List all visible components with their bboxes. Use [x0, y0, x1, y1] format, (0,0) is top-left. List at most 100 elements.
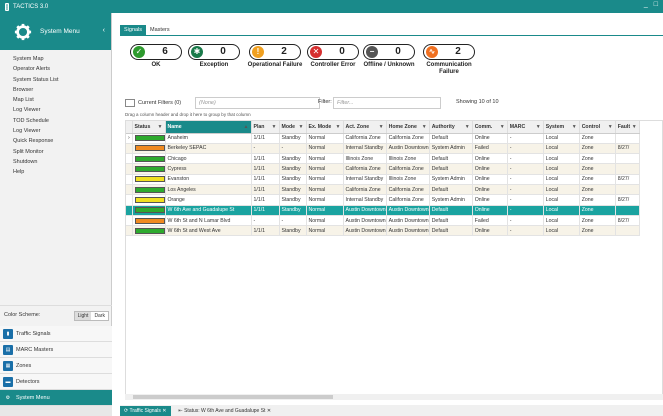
menu-item[interactable]: Browser — [0, 85, 111, 95]
table-row[interactable]: Evanston 1/1/1 Standby Normal Internal Stand… — [126, 174, 640, 185]
table-row[interactable]: Orange 1/1/1 Standby Normal Internal Standby… — [126, 194, 640, 206]
cell-fault: 8/27/ — [615, 143, 640, 155]
table-row[interactable]: Los Angeles 1/1/1 Standby Normal California … — [126, 184, 640, 196]
summary-ok[interactable]: ✓ 6 OK — [130, 44, 182, 69]
column-header-home-zone[interactable]: Home Zone ▼ — [386, 121, 430, 134]
column-header-plan[interactable]: Plan ▼ — [251, 121, 280, 134]
cell-exmode: Normal — [306, 205, 344, 216]
filter-icon[interactable]: ▼ — [572, 124, 577, 130]
summary-controller-error[interactable]: ✕ 0 Controller Error — [306, 44, 360, 69]
filter-icon[interactable]: ▼ — [272, 124, 277, 130]
nav-system-menu[interactable]: ⚙ System Menu — [0, 390, 112, 406]
cell-mode: Standby — [279, 184, 307, 196]
summary-exception[interactable]: ✱ 0 Exception — [188, 44, 240, 69]
nav-label: System Menu — [16, 394, 50, 401]
scheme-light-button[interactable]: Light — [74, 312, 92, 320]
horizontal-scrollbar[interactable] — [125, 394, 663, 400]
cell-control: Zone — [579, 205, 616, 216]
filter-icon[interactable]: ▼ — [536, 124, 541, 130]
menu-item[interactable]: Help — [0, 167, 111, 177]
column-header-system[interactable]: System ▼ — [543, 121, 580, 134]
table-row[interactable]: Cypress 1/1/1 Standby Normal California Zone… — [126, 163, 640, 175]
exclamation-icon: ! — [252, 46, 264, 58]
menu-item[interactable]: TOD Schedule — [0, 116, 111, 126]
column-header-comm[interactable]: Comm. ▼ — [472, 121, 508, 134]
column-header-act-zone[interactable]: Act. Zone ▼ — [343, 121, 387, 134]
window-controls[interactable]: _ □ — [644, 1, 660, 8]
menu-item[interactable]: Quick Response — [0, 136, 111, 146]
summary-communication-failure[interactable]: ∿ 2 Communication Failure — [418, 44, 480, 76]
table-row[interactable]: W 6th St and N Lamar Blvd - - Normal Austin … — [126, 215, 640, 227]
filter-icon[interactable]: ▼ — [422, 124, 427, 130]
nav-label: Traffic Signals — [16, 330, 51, 337]
menu-item[interactable]: Operator Alerts — [0, 64, 111, 74]
filter-icon[interactable]: ▼ — [379, 124, 384, 130]
menu-item[interactable]: Log Viewer — [0, 126, 111, 136]
filter-input[interactable]: Filter... — [333, 97, 441, 109]
menu-item[interactable]: Log Viewer — [0, 105, 111, 115]
table-row[interactable]: › Anaheim 1/1/1 Standby Normal California Zon… — [126, 133, 640, 144]
column-header-fault[interactable]: Fault ▼ — [615, 121, 640, 134]
filter-label: Filter: — [318, 99, 332, 105]
cell-system: Local — [543, 153, 580, 165]
cell-auth: Default — [429, 133, 473, 144]
cell-home: Illinois Zone — [386, 174, 430, 185]
table-row[interactable]: W 6th Ave and Guadalupe St 1/1/1 Standby No… — [126, 205, 640, 216]
nav-label: Detectors — [16, 378, 40, 385]
column-header-name[interactable]: Name ▲ — [165, 121, 252, 134]
status-summary: ✓ 6 OK ✱ 0 Exception ! 2 Operational Failur… — [120, 35, 663, 93]
column-header-mode[interactable]: Mode ▼ — [279, 121, 307, 134]
nav-detectors[interactable]: ▬ Detectors — [0, 374, 112, 390]
tab-masters[interactable]: Masters — [146, 25, 174, 35]
signals-grid: Status ▼ Name ▲ Plan ▼ Mode ▼ Ex. Mode ▼ Act. Zone… — [125, 120, 663, 400]
cell-act: Internal Standby — [343, 143, 387, 155]
sidebar-footer — [0, 406, 112, 416]
collapse-chevron-icon[interactable]: ‹ — [103, 27, 105, 34]
table-row[interactable]: W 6th St and West Ave 1/1/1 Standby Normal A… — [126, 225, 640, 237]
menu-item[interactable]: Map List — [0, 95, 111, 105]
bottom-tab-status[interactable]: ⇤ Status: W 6th Ave and Guadalupe St ✕ — [175, 406, 276, 416]
filter-icon[interactable]: ▼ — [299, 124, 304, 130]
table-row[interactable]: Berkeley SEPAC - - Normal Internal Standby Au… — [126, 143, 640, 155]
nav-label: MARC Masters — [16, 346, 54, 353]
filter-icon[interactable]: ▼ — [632, 124, 637, 130]
nav-zones[interactable]: ▦ Zones — [0, 358, 112, 374]
nav-marc-masters[interactable]: ▤ MARC Masters — [0, 342, 112, 358]
filter-icon[interactable]: ▼ — [608, 124, 613, 130]
column-header-authority[interactable]: Authority ▼ — [429, 121, 473, 134]
cell-plan: - — [251, 215, 280, 227]
tab-signals[interactable]: Signals — [120, 25, 147, 35]
summary-offline-unknown[interactable]: − 0 Offline / Unknown — [362, 44, 416, 69]
system-menu-header[interactable]: System Menu ‹ — [0, 13, 111, 50]
cell-fault: 8/27/ — [615, 215, 640, 227]
cell-comm: Online — [472, 153, 508, 165]
filter-icon[interactable]: ▼ — [336, 124, 341, 130]
cell-marc: - — [507, 153, 544, 165]
menu-item[interactable]: System Map — [0, 54, 111, 64]
column-header-ex-mode[interactable]: Ex. Mode ▼ — [306, 121, 344, 134]
sort-asc-icon[interactable]: ▲ — [244, 124, 249, 130]
status-bar — [134, 145, 164, 152]
filter-icon[interactable]: ▼ — [158, 124, 163, 130]
current-filters-field[interactable]: (None) — [195, 97, 320, 109]
column-header-control[interactable]: Control ▼ — [579, 121, 616, 134]
column-header-marc[interactable]: MARC ▼ — [507, 121, 544, 134]
bottom-tab-traffic-signals[interactable]: ⟳ Traffic Signals ✕ — [120, 405, 171, 416]
table-row[interactable]: Chicago 1/1/1 Standby Normal Illinois Zone Il… — [126, 153, 640, 165]
menu-item[interactable]: Split Monitor — [0, 147, 111, 157]
cell-marc: - — [507, 215, 544, 227]
menu-item[interactable]: Shutdown — [0, 157, 111, 167]
filter-grid-icon[interactable] — [125, 99, 135, 107]
cell-name: Evanston — [165, 174, 252, 185]
filter-icon[interactable]: ▼ — [465, 124, 470, 130]
cell-act: Internal Standby — [343, 194, 387, 206]
menu-item[interactable]: System Status List — [0, 75, 111, 85]
filter-icon[interactable]: ▼ — [500, 124, 505, 130]
nav-traffic-signals[interactable]: ▮ Traffic Signals — [0, 326, 112, 342]
summary-operational-failure[interactable]: ! 2 Operational Failure — [246, 44, 304, 69]
column-header-status[interactable]: Status ▼ — [132, 121, 166, 134]
cell-name: Chicago — [165, 153, 252, 165]
status-cell — [132, 184, 166, 196]
scheme-dark-button[interactable]: Dark — [91, 312, 108, 320]
scrollbar-thumb[interactable] — [133, 395, 333, 399]
